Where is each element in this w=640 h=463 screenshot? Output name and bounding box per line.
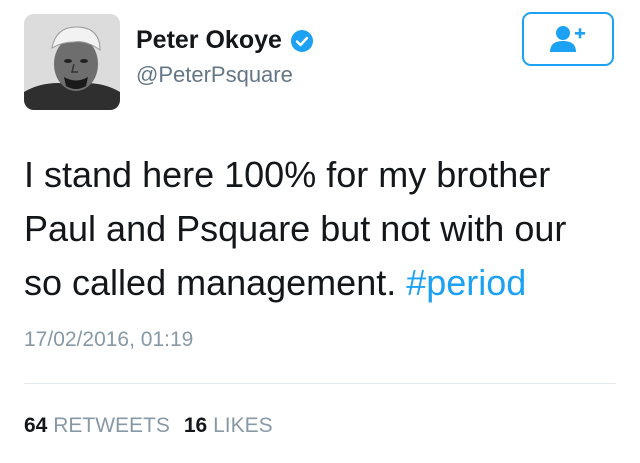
- likes-label: LIKES: [213, 414, 273, 437]
- display-name[interactable]: Peter Okoye: [136, 26, 282, 55]
- tweet-text: I stand here 100% for my brother Paul and…: [24, 148, 616, 310]
- divider: [24, 383, 616, 384]
- avatar[interactable]: [24, 14, 120, 110]
- likes-count: 16: [183, 414, 208, 437]
- tweet-text-line: I stand here 100% for my brother: [24, 154, 551, 195]
- retweets-label: RETWEETS: [53, 414, 170, 437]
- tweet-text-line: so called management.: [24, 262, 407, 303]
- retweets-stat[interactable]: 64 RETWEETS: [24, 414, 170, 438]
- add-user-icon: [550, 26, 585, 52]
- likes-stat[interactable]: 16 LIKES: [184, 414, 273, 438]
- profile-photo: [24, 14, 120, 110]
- tweet-text-line: Paul and Psquare but not with our: [24, 208, 567, 249]
- retweets-count: 64: [24, 414, 48, 437]
- follow-button[interactable]: [522, 12, 614, 66]
- tweet-stats: 64 RETWEETS 16 LIKES: [24, 414, 273, 438]
- verified-badge-icon: [290, 29, 313, 52]
- hashtag-link[interactable]: #period: [406, 262, 526, 303]
- user-handle[interactable]: @PeterPsquare: [136, 62, 293, 88]
- tweet-timestamp[interactable]: 17/02/2016, 01:19: [24, 328, 193, 352]
